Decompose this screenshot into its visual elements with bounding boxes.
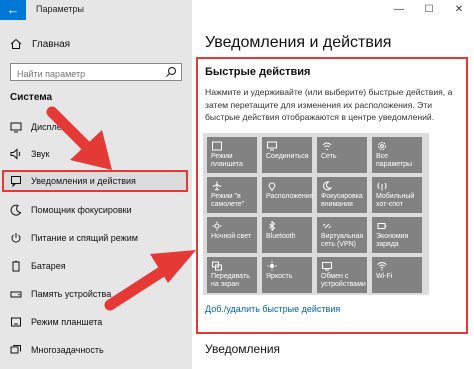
tile-label: Экономия заряда — [376, 233, 409, 248]
tile-label: Режим "в самолете" — [211, 193, 245, 208]
share-icon — [322, 262, 332, 271]
sidebar-item-multitasking[interactable]: Многозадачность — [4, 339, 188, 361]
search-input[interactable] — [11, 66, 157, 82]
sidebar-item-label: Дисплей — [31, 122, 67, 132]
moon-icon — [323, 181, 332, 191]
close-button[interactable]: ✕ — [444, 0, 474, 20]
back-button[interactable]: ← — [0, 0, 26, 20]
maximize-button[interactable]: ☐ — [414, 0, 444, 20]
tile-wifi[interactable]: Wi-Fi — [372, 257, 422, 293]
sidebar-item-battery[interactable]: Батарея — [4, 255, 188, 277]
tile-label: Передавать на экран — [211, 273, 250, 288]
wifi-icon — [377, 262, 387, 271]
tile-label: Расположение — [266, 193, 314, 200]
tile-label: Виртуальная сеть (VPN) — [321, 233, 364, 248]
sidebar-item-label: Батарея — [31, 261, 66, 271]
tile-tablet-mode[interactable]: Режим планшета — [207, 137, 257, 173]
tile-network[interactable]: Сеть — [317, 137, 367, 173]
sidebar-item-sound[interactable]: Звук — [4, 143, 188, 165]
home-icon — [10, 38, 22, 49]
search-icon[interactable] — [165, 66, 177, 78]
tile-location[interactable]: Расположение — [262, 177, 314, 213]
title-bar: ← Параметры — ☐ ✕ — [0, 0, 474, 20]
tile-label: Bluetooth — [266, 233, 296, 240]
notifications-heading: Уведомления — [205, 342, 281, 356]
sidebar-item-label: Память устройства — [31, 289, 112, 299]
tablet-icon — [212, 141, 222, 151]
connect-icon — [267, 141, 277, 151]
nav-home[interactable]: Главная — [10, 38, 70, 50]
brightness-icon — [267, 261, 277, 271]
sidebar-item-power[interactable]: Питание и спящий режим — [4, 227, 188, 249]
tile-label: Соединиться — [266, 153, 309, 160]
search-box[interactable] — [10, 63, 182, 82]
airplane-icon — [212, 181, 222, 191]
tile-share[interactable]: Обмен с устройствами — [317, 257, 367, 293]
hotspot-icon — [377, 182, 387, 191]
quick-actions-heading: Быстрые действия — [205, 66, 311, 78]
notification-icon — [11, 176, 21, 187]
sidebar-item-label: Режим планшета — [31, 317, 103, 327]
tile-brightness[interactable]: Яркость — [262, 257, 312, 293]
tile-battery-saver[interactable]: Экономия заряда — [372, 217, 422, 253]
tile-vpn[interactable]: Виртуальная сеть (VPN) — [317, 217, 367, 253]
tile-label: Все параметры — [376, 153, 413, 168]
tile-label: Ночной свет — [211, 233, 252, 240]
battery-saver-icon — [377, 223, 387, 229]
tile-mobile-hotspot[interactable]: Мобильный хот-спот — [372, 177, 422, 213]
page-title: Уведомления и действия — [205, 34, 392, 51]
sidebar-item-notifications[interactable]: Уведомления и действия — [2, 170, 188, 192]
storage-icon — [10, 291, 22, 298]
tile-label: Фокусировка внимания — [321, 193, 363, 208]
tile-label: Сеть — [321, 153, 337, 160]
sidebar-item-label: Звук — [31, 149, 50, 159]
tile-label: Яркость — [266, 273, 293, 280]
sidebar-item-label: Уведомления и действия — [31, 176, 136, 186]
quick-actions-description: Нажмите и удерживайте (или выберите) быс… — [205, 87, 453, 122]
window-title: Параметры — [36, 4, 84, 14]
vpn-icon — [322, 223, 332, 229]
tile-label: Режим планшета — [211, 153, 243, 168]
tile-label: Обмен с устройствами — [321, 273, 366, 288]
tablet-icon — [11, 317, 21, 327]
arrow-left-icon: ← — [6, 2, 20, 17]
sidebar-item-tablet-mode[interactable]: Режим планшета — [4, 311, 188, 333]
sidebar-item-storage[interactable]: Память устройства — [4, 283, 188, 305]
nav-home-label: Главная — [32, 38, 71, 50]
tile-connect[interactable]: Соединиться — [262, 137, 312, 173]
gear-icon — [378, 142, 386, 150]
minimize-button[interactable]: — — [384, 0, 414, 20]
bluetooth-icon — [269, 221, 276, 231]
tile-airplane-mode[interactable]: Режим "в самолете" — [207, 177, 257, 213]
tile-night-light[interactable]: Ночной свет — [207, 217, 257, 253]
power-icon — [11, 233, 21, 243]
add-remove-quick-actions-link[interactable]: Доб./удалить быстрые действия — [205, 304, 340, 314]
window-controls: — ☐ ✕ — [384, 0, 474, 20]
tile-focus-assist[interactable]: Фокусировка внимания — [317, 177, 367, 213]
quick-actions-grid: Режим планшета Соединиться Сеть Все пара… — [203, 133, 429, 295]
tile-project[interactable]: Передавать на экран — [207, 257, 257, 293]
moon-icon — [10, 204, 22, 216]
network-icon — [322, 142, 332, 151]
battery-icon — [12, 261, 20, 272]
sidebar-item-focus-assist[interactable]: Помощник фокусировки — [4, 199, 188, 221]
sidebar-item-label: Помощник фокусировки — [31, 205, 132, 215]
tile-bluetooth[interactable]: Bluetooth — [262, 217, 312, 253]
tile-label: Wi-Fi — [376, 273, 393, 280]
sidebar-item-display[interactable]: Дисплей — [4, 116, 188, 138]
tile-label: Мобильный хот-спот — [376, 193, 415, 208]
sidebar-item-label: Питание и спящий режим — [31, 233, 138, 243]
sun-icon — [212, 221, 222, 231]
display-icon — [10, 122, 22, 133]
speaker-icon — [10, 148, 21, 160]
location-icon — [268, 182, 276, 191]
multitask-icon — [10, 345, 21, 354]
sidebar-item-label: Многозадачность — [31, 345, 104, 355]
project-icon — [212, 261, 222, 271]
tile-all-settings[interactable]: Все параметры — [372, 137, 422, 173]
section-label-system: Система — [10, 92, 53, 103]
